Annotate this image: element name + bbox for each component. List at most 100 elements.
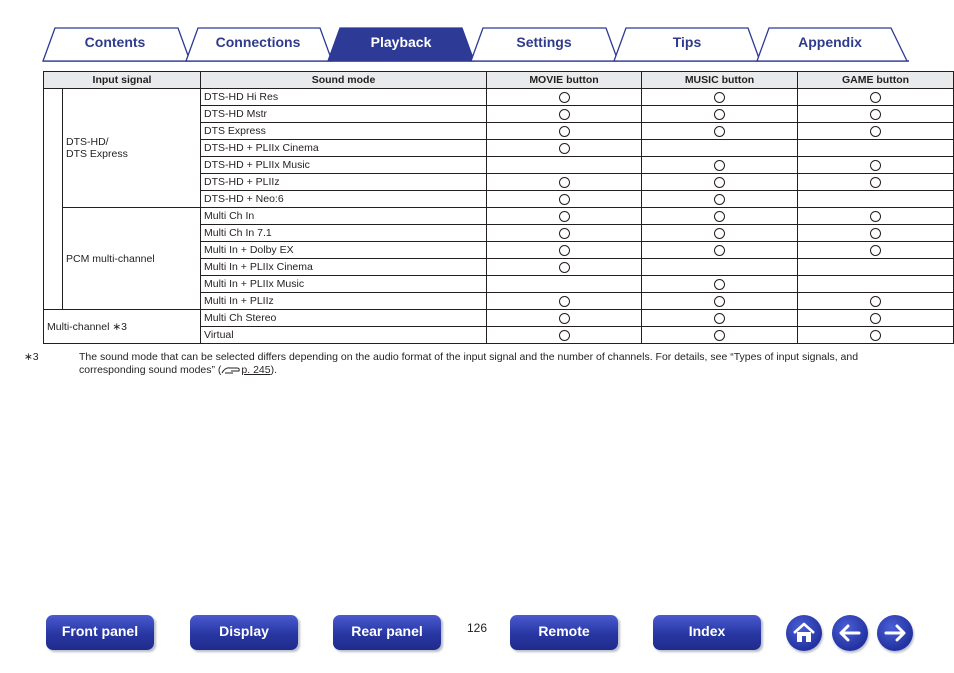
input-signal-group-cell: Multi-channel ∗3: [42, 309, 202, 344]
available-circle-icon: [870, 210, 882, 222]
music-cell: [641, 224, 799, 242]
music-cell: [641, 309, 799, 327]
game-cell: [797, 122, 954, 140]
tab-appendix[interactable]: Appendix: [769, 33, 891, 51]
available-circle-icon: [558, 261, 570, 273]
table-row: Multi-channel ∗3 Multi Ch Stereo: [42, 309, 954, 344]
tab-contents[interactable]: Contents: [55, 33, 175, 51]
available-circle-icon: [870, 108, 882, 120]
available-circle-icon: [870, 329, 882, 341]
music-cell: [641, 258, 799, 276]
index-button[interactable]: Index: [653, 615, 761, 650]
game-cell: [797, 224, 954, 242]
movie-cell: [486, 156, 643, 174]
movie-cell: [486, 207, 643, 225]
game-cell: [797, 105, 954, 123]
tab-tips[interactable]: Tips: [626, 33, 748, 51]
available-circle-icon: [558, 108, 570, 120]
sound-mode-cell: DTS-HD + PLIIx Music: [200, 156, 488, 174]
music-cell: [641, 326, 799, 344]
game-cell: [797, 207, 954, 225]
music-cell: [641, 190, 799, 208]
music-cell: [641, 122, 799, 140]
available-circle-icon: [714, 295, 726, 307]
music-cell: [641, 207, 799, 225]
movie-cell: [486, 309, 643, 327]
page-reference-link[interactable]: p. 245: [241, 364, 270, 376]
movie-cell: [486, 173, 643, 191]
available-circle-icon: [870, 91, 882, 103]
home-button[interactable]: [786, 615, 822, 651]
header-game-button: GAME button: [797, 71, 954, 89]
available-circle-icon: [714, 329, 726, 341]
available-circle-icon: [558, 244, 570, 256]
rear-panel-button[interactable]: Rear panel: [333, 615, 441, 650]
display-button[interactable]: Display: [190, 615, 298, 650]
available-circle-icon: [558, 312, 570, 324]
sound-mode-table: Input signal Sound mode MOVIE button MUS…: [42, 71, 954, 344]
available-circle-icon: [714, 312, 726, 324]
available-circle-icon: [558, 193, 570, 205]
sound-mode-cell: Multi In + PLIIz: [200, 292, 488, 310]
available-circle-icon: [714, 210, 726, 222]
movie-cell: [486, 292, 643, 310]
available-circle-icon: [870, 125, 882, 137]
available-circle-icon: [714, 244, 726, 256]
tab-playback[interactable]: Playback: [340, 33, 462, 51]
tab-settings[interactable]: Settings: [483, 33, 605, 51]
game-cell: [797, 326, 954, 344]
movie-cell: [486, 326, 643, 344]
sound-mode-cell: DTS-HD Hi Res: [200, 88, 488, 106]
game-cell: [797, 190, 954, 208]
sound-mode-cell: Multi Ch Stereo: [200, 309, 488, 327]
page-reference-icon: [221, 367, 241, 374]
sound-mode-cell: Multi In + Dolby EX: [200, 241, 488, 259]
footnote-marker: ∗3: [24, 351, 39, 363]
table-row: PCM multi-channel Multi Ch In: [44, 207, 954, 310]
forward-arrow-icon: [884, 624, 906, 642]
movie-cell: [486, 139, 643, 157]
footnote: ∗3 The sound mode that can be selected d…: [24, 351, 909, 377]
music-cell: [641, 105, 799, 123]
available-circle-icon: [714, 91, 726, 103]
available-circle-icon: [558, 295, 570, 307]
sound-mode-cell: Multi In + PLIIx Music: [200, 275, 488, 293]
available-circle-icon: [558, 227, 570, 239]
remote-button[interactable]: Remote: [510, 615, 618, 650]
game-cell: [797, 258, 954, 276]
movie-cell: [486, 258, 643, 276]
tab-connections[interactable]: Connections: [196, 33, 320, 51]
available-circle-icon: [870, 244, 882, 256]
available-circle-icon: [870, 176, 882, 188]
header-input-signal: Input signal: [42, 71, 202, 89]
top-tab-bar: Contents Connections Playback Settings T…: [0, 0, 954, 64]
sound-mode-cell: DTS Express: [200, 122, 488, 140]
available-circle-icon: [870, 227, 882, 239]
available-circle-icon: [714, 227, 726, 239]
indent-spacer: [43, 88, 63, 310]
input-signal-group-cell: DTS-HD/ DTS Express: [61, 88, 202, 208]
available-circle-icon: [558, 125, 570, 137]
music-cell: [641, 292, 799, 310]
header-movie-button: MOVIE button: [486, 71, 643, 89]
available-circle-icon: [714, 108, 726, 120]
available-circle-icon: [714, 193, 726, 205]
front-panel-button[interactable]: Front panel: [46, 615, 154, 650]
sound-mode-cell: Multi Ch In: [200, 207, 488, 225]
available-circle-icon: [558, 91, 570, 103]
movie-cell: [486, 105, 643, 123]
available-circle-icon: [870, 312, 882, 324]
footnote-text-block: The sound mode that can be selected diff…: [79, 351, 909, 377]
header-sound-mode: Sound mode: [200, 71, 488, 89]
game-cell: [797, 309, 954, 327]
sound-mode-cell: DTS-HD + PLIIx Cinema: [200, 139, 488, 157]
back-button[interactable]: [832, 615, 868, 651]
music-cell: [641, 88, 799, 106]
forward-button[interactable]: [877, 615, 913, 651]
page-number: 126: [466, 621, 488, 635]
back-arrow-icon: [839, 624, 861, 642]
tab-shapes: [42, 27, 909, 62]
game-cell: [797, 275, 954, 293]
game-cell: [797, 139, 954, 157]
available-circle-icon: [714, 125, 726, 137]
